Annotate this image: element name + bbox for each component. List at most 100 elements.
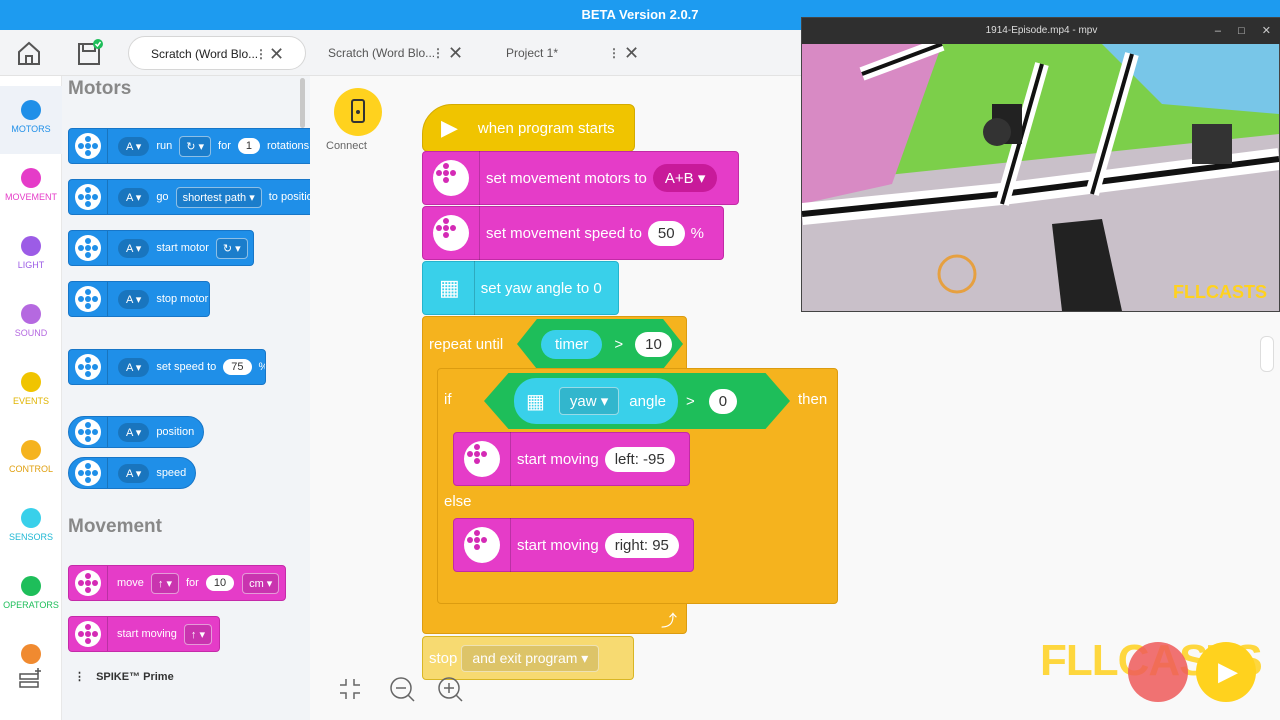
start-moving-right-block[interactable]: start moving right: 95 — [453, 518, 694, 572]
speed-input[interactable]: 75 — [223, 359, 252, 375]
category-light[interactable]: LIGHT — [0, 222, 62, 290]
port-dropdown[interactable]: A ▾ — [118, 289, 150, 309]
tab-3[interactable]: Project 1* ⋮ ✕ — [484, 36, 660, 70]
zoom-in-icon[interactable] — [436, 675, 464, 708]
rotation-input[interactable]: 1 — [237, 138, 260, 154]
close-icon[interactable]: ✕ — [1262, 25, 1271, 37]
category-label: EVENTS — [12, 396, 49, 406]
port-dropdown[interactable]: A ▾ — [118, 357, 150, 377]
minimize-icon[interactable]: – — [1215, 25, 1221, 37]
port-dropdown[interactable]: A ▾ — [118, 422, 150, 442]
start-moving-left-block[interactable]: start moving left: -95 — [453, 432, 690, 486]
category-label: OPERATORS — [3, 600, 59, 610]
port-dropdown[interactable]: A ▾ — [118, 136, 150, 156]
block-text: to position — [268, 191, 310, 203]
block-text: start motor — [156, 242, 209, 254]
steering-input[interactable]: right: 95 — [604, 532, 679, 558]
category-sound[interactable]: SOUND — [0, 290, 62, 358]
tab-1[interactable]: Scratch (Word Blo... ⋮ ✕ — [128, 36, 306, 70]
direction-dropdown[interactable]: ↑ ▾ — [150, 572, 179, 594]
hub-selector[interactable]: ⋮ SPIKE™ Prime — [74, 670, 174, 683]
timer-reporter[interactable]: timer — [541, 329, 603, 359]
run-program-button[interactable]: ▶ — [1196, 642, 1256, 702]
extensions-icon[interactable] — [18, 666, 44, 697]
tab-3-close-icon[interactable]: ✕ — [624, 36, 639, 70]
direction-dropdown[interactable]: ↻ ▾ — [179, 135, 212, 157]
steering-input[interactable]: left: -95 — [604, 446, 675, 472]
play-icon: ▶ — [441, 115, 458, 140]
yaw-compare-condition[interactable]: ▦ yaw ▾ angle > 0 — [484, 373, 790, 429]
speed-input[interactable]: 50 — [647, 220, 685, 246]
category-events[interactable]: EVENTS — [0, 358, 62, 426]
axis-dropdown[interactable]: yaw ▾ — [558, 387, 620, 415]
path-dropdown[interactable]: shortest path ▾ — [175, 186, 262, 208]
block-text: > — [614, 335, 624, 353]
fit-screen-icon[interactable] — [336, 675, 364, 708]
block-text: run — [156, 140, 173, 152]
category-sensors[interactable]: SENSORS — [0, 494, 62, 562]
palette-block-stop-motor[interactable]: A ▾ stop motor — [68, 281, 210, 317]
video-frame[interactable]: FLLCASTS — [802, 44, 1279, 311]
side-panel-handle[interactable] — [1260, 336, 1274, 372]
port-dropdown[interactable]: A ▾ — [118, 187, 150, 207]
block-text: else — [444, 493, 472, 510]
set-movement-speed-block[interactable]: set movement speed to 50 % — [422, 206, 724, 260]
category-label: MOTORS — [11, 124, 51, 134]
maximize-icon[interactable]: □ — [1238, 25, 1245, 37]
category-movement[interactable]: MOVEMENT — [0, 154, 62, 222]
then-label: then — [798, 391, 827, 408]
tab-1-menu-icon[interactable]: ⋮ — [255, 37, 267, 71]
home-icon[interactable] — [14, 38, 44, 68]
block-text: angle — [629, 392, 666, 410]
set-yaw-angle-block[interactable]: ▦ set yaw angle to 0 — [422, 261, 619, 315]
angle-value-input[interactable]: 0 — [708, 388, 738, 414]
movement-icon — [433, 160, 469, 196]
palette-scrollbar[interactable] — [300, 78, 305, 128]
distance-input[interactable]: 10 — [205, 575, 235, 591]
palette-block-start-moving[interactable]: start moving ↑ ▾ — [68, 616, 220, 652]
when-program-starts-block[interactable]: ▶ when program starts — [422, 104, 635, 152]
more-category-dot-icon[interactable] — [21, 644, 41, 664]
palette-block-start-motor[interactable]: A ▾ start motor ↻ ▾ — [68, 230, 254, 266]
palette-reporter-speed[interactable]: A ▾ speed — [68, 457, 196, 489]
zoom-out-icon[interactable] — [388, 675, 416, 708]
control-dot-icon — [21, 440, 41, 460]
motor-icon — [75, 235, 101, 261]
video-player-window[interactable]: 1914-Episode.mp4 - mpv – □ ✕ FLLCASTS — [801, 17, 1280, 312]
palette-block-set-speed[interactable]: A ▾ set speed to 75 % — [68, 349, 266, 385]
category-motors[interactable]: MOTORS — [0, 86, 62, 154]
tab-2[interactable]: Scratch (Word Blo... ⋮ ✕ — [306, 36, 482, 70]
tab-2-close-icon[interactable]: ✕ — [448, 36, 463, 70]
palette-block-move[interactable]: move ↑ ▾ for 10 cm ▾ — [68, 565, 286, 601]
category-operators[interactable]: OPERATORS — [0, 562, 62, 630]
port-dropdown[interactable]: A ▾ — [118, 238, 150, 258]
timer-compare-condition[interactable]: timer > 10 — [517, 319, 683, 369]
movement-icon — [433, 215, 469, 251]
stop-exit-block[interactable]: stop and exit program ▾ — [422, 636, 634, 680]
port-dropdown[interactable]: A ▾ — [118, 463, 150, 483]
motors-pair-dropdown[interactable]: A+B ▾ — [652, 164, 718, 192]
block-text: repeat until — [429, 335, 504, 353]
block-text: % — [259, 361, 266, 373]
hub-menu-icon[interactable]: ⋮ — [74, 671, 85, 683]
unit-dropdown[interactable]: cm ▾ — [242, 572, 280, 594]
palette-block-go-to-position[interactable]: A ▾ go shortest path ▾ to position — [68, 179, 310, 215]
palette-block-run-motor[interactable]: A ▾ run ↻ ▾ for 1 rotations — [68, 128, 310, 164]
stop-option-dropdown[interactable]: and exit program ▾ — [461, 644, 600, 672]
category-control[interactable]: CONTROL — [0, 426, 62, 494]
direction-dropdown[interactable]: ↑ ▾ — [183, 623, 212, 645]
connect-button[interactable] — [334, 88, 382, 136]
block-text: speed — [156, 467, 187, 479]
hub-sensor-icon: ▦ — [439, 275, 460, 300]
save-icon[interactable] — [74, 38, 104, 68]
tab-3-menu-icon[interactable]: ⋮ — [608, 36, 620, 70]
yaw-angle-reporter[interactable]: ▦ yaw ▾ angle — [514, 378, 678, 424]
block-text: rotations — [266, 140, 310, 152]
direction-dropdown[interactable]: ↻ ▾ — [215, 237, 248, 259]
tab-1-close-icon[interactable]: ✕ — [269, 37, 284, 71]
timer-value-input[interactable]: 10 — [635, 331, 672, 357]
palette-reporter-position[interactable]: A ▾ position — [68, 416, 204, 448]
tab-2-menu-icon[interactable]: ⋮ — [432, 36, 444, 70]
set-movement-motors-block[interactable]: set movement motors to A+B ▾ — [422, 151, 739, 205]
stop-program-button[interactable] — [1128, 642, 1188, 702]
